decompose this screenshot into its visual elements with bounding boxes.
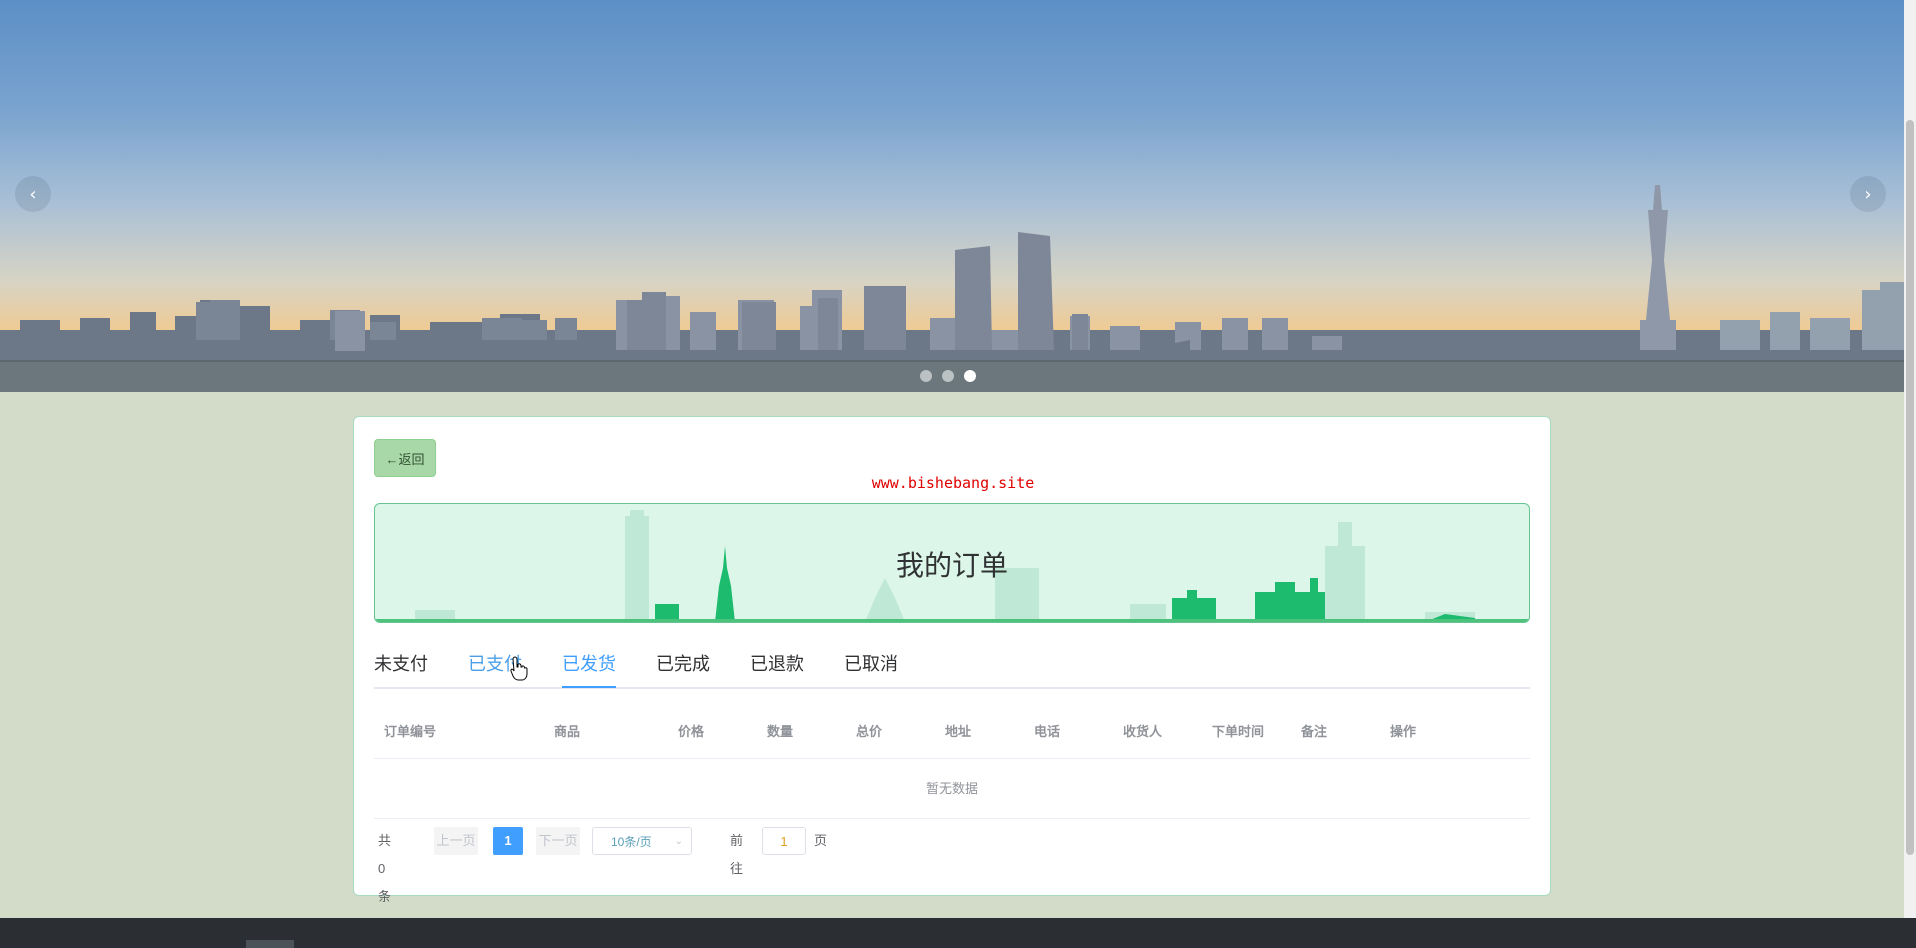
tab-unpaid[interactable]: 未支付 — [374, 649, 428, 689]
tab-completed[interactable]: 已完成 — [656, 649, 710, 689]
chevron-down-icon: ⌄ — [674, 836, 683, 847]
hero-carousel: ‹ › — [0, 0, 1904, 392]
page-number-1[interactable]: 1 — [493, 827, 523, 855]
carousel-next-button[interactable]: › — [1850, 176, 1886, 212]
column-header-quantity: 数量 — [767, 724, 794, 739]
carousel-prev-button[interactable]: ‹ — [15, 176, 51, 212]
column-header-actions: 操作 — [1390, 724, 1417, 739]
site-watermark: www.bishebang.site — [871, 474, 1035, 492]
column-header-order-number: 订单编号 — [384, 724, 437, 739]
page-title: 我的订单 — [895, 550, 1008, 581]
tab-cancelled[interactable]: 已取消 — [844, 649, 898, 689]
footer-bar — [0, 918, 1916, 948]
chevron-right-icon: › — [1864, 183, 1872, 205]
tab-shipped[interactable]: 已发货 — [562, 649, 616, 689]
page-size-select[interactable]: 10条/页 ⌄ — [592, 827, 692, 855]
taskbar-item[interactable] — [246, 940, 294, 948]
carousel-dot-3[interactable] — [964, 370, 976, 382]
table-empty-state: 暂无数据 — [374, 759, 1530, 819]
active-tab-indicator — [562, 686, 616, 688]
prev-page-button[interactable]: 上一页 — [434, 827, 478, 855]
tab-refunded[interactable]: 已退款 — [750, 649, 804, 689]
goto-page-input[interactable]: 1 — [762, 827, 806, 855]
column-header-recipient: 收货人 — [1123, 724, 1163, 739]
carousel-dot-1[interactable] — [920, 370, 932, 382]
title-banner-underline — [375, 619, 1529, 622]
goto-suffix-label: 页 — [814, 833, 828, 848]
column-header-product: 商品 — [554, 724, 581, 739]
chevron-left-icon: ‹ — [29, 183, 37, 205]
next-page-button[interactable]: 下一页 — [536, 827, 580, 855]
order-status-tabs: 未支付 已支付 已发货 已完成 已退款 已取消 — [374, 649, 1530, 689]
page-scrollbar[interactable] — [1904, 0, 1916, 918]
column-header-phone: 电话 — [1034, 724, 1061, 739]
city-skyline-image — [0, 185, 1904, 392]
column-header-notes: 备注 — [1301, 724, 1328, 739]
orders-card: ←返回 www.bishebang.site 我的订单 未支付 已支付 已发货 … — [353, 416, 1551, 904]
pagination-total: 共 0 条 — [378, 833, 392, 904]
column-header-total: 总价 — [856, 724, 883, 739]
hand-pointer-cursor-icon — [510, 656, 528, 681]
column-header-price: 价格 — [678, 724, 705, 739]
table-header: 订单编号 商品 价格 数量 总价 地址 电话 收货人 下单时间 备注 操作 — [374, 699, 1530, 759]
column-header-order-time: 下单时间 — [1212, 724, 1265, 739]
page-size-value: 10条/页 — [611, 835, 652, 849]
orders-table: 订单编号 商品 价格 数量 总价 地址 电话 收货人 下单时间 备注 操作 暂无… — [374, 699, 1530, 819]
scrollbar-thumb[interactable] — [1906, 120, 1914, 855]
back-button[interactable]: ←返回 — [374, 439, 436, 477]
goto-prefix-label: 前往 — [730, 833, 744, 876]
column-header-address: 地址 — [945, 724, 972, 739]
carousel-indicators — [920, 370, 976, 382]
carousel-dot-2[interactable] — [942, 370, 954, 382]
title-banner: 我的订单 — [374, 503, 1530, 623]
